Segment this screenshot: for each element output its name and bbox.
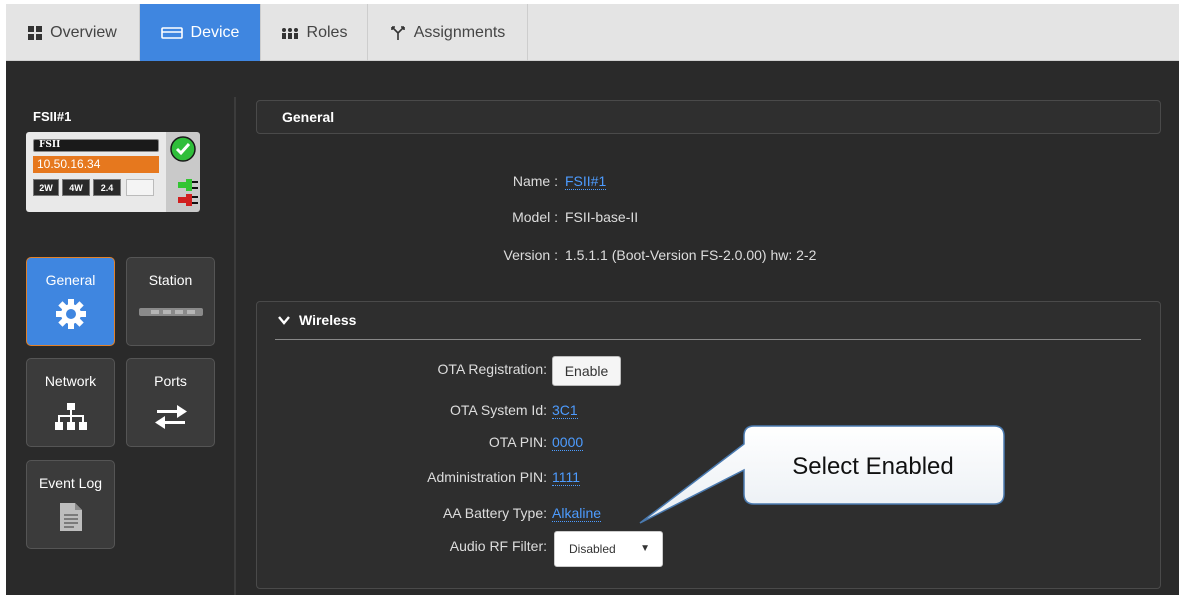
chevron-down-icon bbox=[278, 312, 290, 328]
version-row: Version : 1.5.1.1 (Boot-Version FS-2.0.0… bbox=[6, 247, 1006, 267]
ota-pin-label: OTA PIN: bbox=[488, 434, 547, 450]
sidebar-divider bbox=[234, 97, 236, 595]
tab-assignments[interactable]: Assignments bbox=[368, 4, 528, 61]
admin-pin-row: Administration PIN: 1111 bbox=[257, 469, 1137, 489]
tab-roles[interactable]: Roles bbox=[261, 4, 368, 61]
tab-device[interactable]: Device bbox=[140, 4, 261, 61]
nav-station-label: Station bbox=[148, 272, 193, 288]
version-label: Version : bbox=[503, 247, 558, 263]
dropdown-arrow-icon: ▼ bbox=[640, 543, 650, 554]
wireless-title: Wireless bbox=[299, 312, 357, 328]
device-icon bbox=[160, 26, 183, 39]
battery-row: AA Battery Type: Alkaline bbox=[257, 505, 1137, 525]
device-card-name: FSII bbox=[33, 139, 159, 152]
nav-general-label: General bbox=[45, 272, 96, 288]
grid-icon bbox=[28, 25, 43, 40]
gear-icon bbox=[27, 298, 114, 330]
battery-label: AA Battery Type: bbox=[442, 505, 547, 521]
tab-assignments-label: Assignments bbox=[413, 23, 506, 41]
top-tab-bar: Overview Device Roles Assignments bbox=[6, 4, 1179, 61]
admin-pin-label: Administration PIN: bbox=[427, 469, 547, 485]
version-value: 1.5.1.1 (Boot-Version FS-2.0.00) hw: 2-2 bbox=[565, 247, 817, 263]
nav-general[interactable]: General bbox=[26, 257, 115, 346]
model-value: FSII-base-II bbox=[565, 209, 639, 225]
device-ip: 10.50.16.34 bbox=[33, 156, 159, 173]
nav-ports-label: Ports bbox=[154, 373, 187, 389]
branch-icon bbox=[390, 25, 406, 41]
wireless-header[interactable]: Wireless bbox=[278, 312, 356, 328]
network-icon bbox=[27, 403, 114, 431]
nav-event-log-label: Event Log bbox=[38, 475, 103, 491]
ota-system-id-label: OTA System Id: bbox=[450, 402, 547, 418]
nav-network[interactable]: Network bbox=[26, 358, 115, 447]
device-card[interactable]: FSII 10.50.16.34 2W 4W 2.4 bbox=[26, 132, 200, 212]
audio-rf-row: Audio RF Filter: bbox=[257, 538, 1137, 558]
nav-ports[interactable]: Ports bbox=[126, 358, 215, 447]
ota-registration-row: OTA Registration: bbox=[257, 361, 1137, 381]
audio-rf-label: Audio RF Filter: bbox=[449, 538, 547, 554]
ota-pin-row: OTA PIN: 0000 bbox=[257, 434, 1137, 454]
check-circle-icon bbox=[170, 136, 196, 167]
tab-overview-label: Overview bbox=[50, 23, 117, 41]
ota-pin-link[interactable]: 0000 bbox=[552, 434, 584, 451]
ota-registration-label: OTA Registration: bbox=[437, 361, 547, 377]
model-label: Model : bbox=[512, 209, 558, 225]
ota-system-id-row: OTA System Id: 3C1 bbox=[257, 402, 1137, 422]
people-icon bbox=[281, 27, 299, 39]
device-status-side bbox=[166, 132, 200, 212]
model-row: Model : FSII-base-II bbox=[6, 209, 1006, 229]
device-title: FSII#1 bbox=[33, 109, 72, 124]
document-icon bbox=[27, 503, 114, 531]
ota-system-id-link[interactable]: 3C1 bbox=[552, 402, 578, 419]
station-bar-icon bbox=[127, 308, 214, 316]
tab-roles-label: Roles bbox=[306, 23, 348, 41]
ota-enable-button[interactable]: Enable bbox=[552, 356, 621, 386]
tab-device-label: Device bbox=[190, 23, 240, 41]
name-label: Name : bbox=[512, 173, 558, 189]
name-row: Name : FSII#1 bbox=[6, 173, 1006, 193]
battery-type-link[interactable]: Alkaline bbox=[552, 505, 602, 522]
audio-rf-filter-select[interactable]: Disabled ▼ bbox=[554, 531, 663, 567]
nav-event-log[interactable]: Event Log bbox=[26, 460, 115, 549]
admin-pin-link[interactable]: 1111 bbox=[552, 469, 581, 486]
app-area: FSII#1 FSII 10.50.16.34 2W 4W 2.4 Genera… bbox=[6, 61, 1179, 595]
wireless-panel: Wireless OTA Registration: Enable OTA Sy… bbox=[256, 301, 1161, 589]
wireless-divider bbox=[275, 339, 1141, 340]
name-value-link[interactable]: FSII#1 bbox=[565, 173, 607, 190]
nav-station[interactable]: Station bbox=[126, 257, 215, 346]
audio-rf-filter-value: Disabled bbox=[569, 542, 616, 556]
general-panel-header: General bbox=[256, 100, 1161, 134]
arrows-exchange-icon bbox=[127, 405, 214, 429]
tab-overview[interactable]: Overview bbox=[6, 4, 140, 61]
nav-network-label: Network bbox=[44, 373, 97, 389]
